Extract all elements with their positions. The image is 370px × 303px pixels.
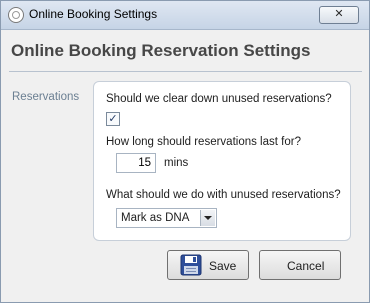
clear-down-checkbox[interactable]: ✓ [106, 112, 120, 126]
app-icon [8, 7, 24, 23]
chevron-down-icon[interactable] [200, 210, 215, 226]
duration-question: How long should reservations last for? [106, 136, 301, 148]
unused-action-value: Mark as DNA [121, 212, 190, 224]
clear-down-question: Should we clear down unused reservations… [106, 93, 332, 105]
reservations-group: Should we clear down unused reservations… [93, 81, 351, 241]
settings-dialog: Online Booking Settings ✕ Online Booking… [0, 0, 370, 303]
header-divider [9, 71, 362, 72]
unused-action-select[interactable]: Mark as DNA [116, 208, 217, 228]
cancel-button[interactable]: Cancel [259, 250, 341, 280]
floppy-disk-icon [180, 254, 202, 276]
window-title: Online Booking Settings [29, 7, 158, 21]
close-icon: ✕ [334, 8, 344, 20]
duration-input[interactable] [116, 153, 156, 173]
save-button[interactable]: Save [167, 250, 249, 280]
checkmark-icon: ✓ [108, 113, 118, 125]
page-title: Online Booking Reservation Settings [11, 41, 311, 60]
close-button[interactable]: ✕ [319, 6, 359, 24]
save-button-label: Save [209, 259, 237, 273]
section-label-reservations: Reservations [12, 91, 80, 103]
duration-unit: mins [164, 157, 189, 169]
cancel-button-label: Cancel [287, 259, 325, 273]
unused-question: What should we do with unused reservatio… [106, 189, 341, 201]
title-bar[interactable]: Online Booking Settings ✕ [1, 1, 369, 30]
